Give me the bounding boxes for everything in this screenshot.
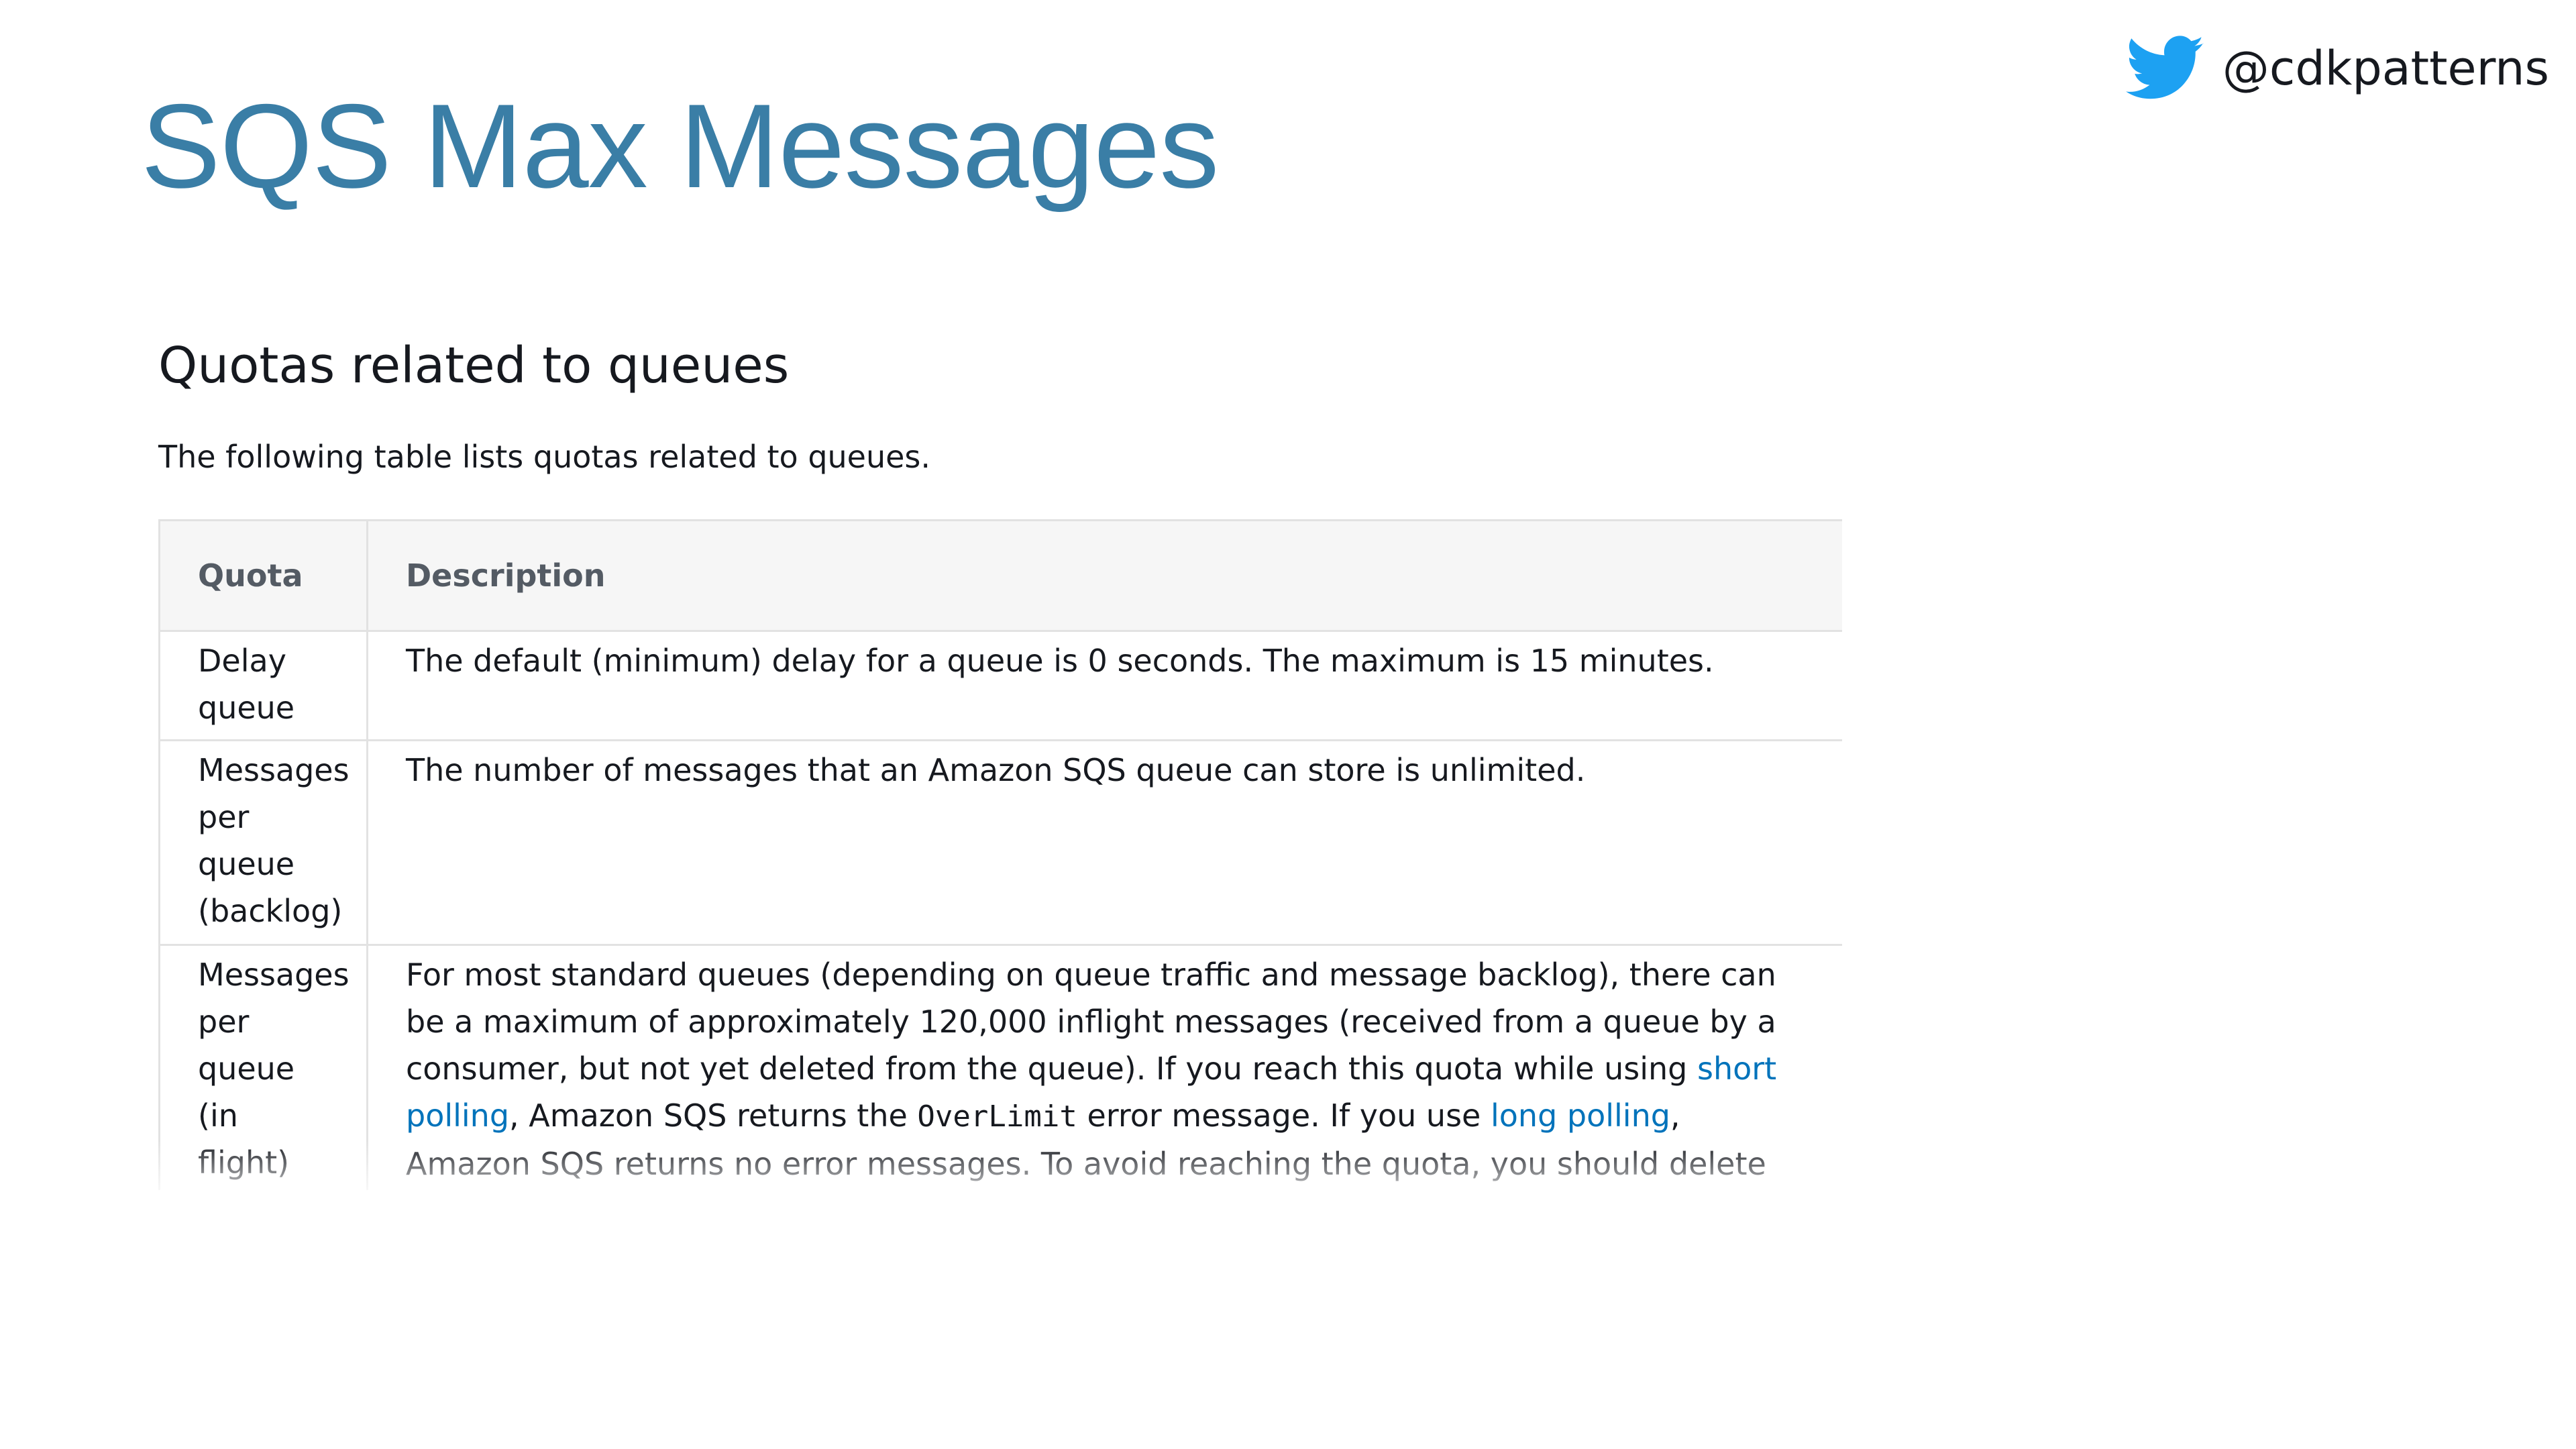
long-polling-link[interactable]: long polling <box>1491 1097 1670 1134</box>
doc-heading: Quotas related to queues <box>158 337 790 394</box>
description-cell: The number of messages that an Amazon SQ… <box>366 739 1842 946</box>
overlimit-code: OverLimit <box>917 1099 1077 1134</box>
table-cutoff-fade <box>121 1140 1865 1190</box>
table-row: Delay queue The default (minimum) delay … <box>158 630 1842 741</box>
twitter-bird-icon <box>2125 36 2204 99</box>
description-text: , Amazon SQS returns the <box>509 1097 918 1134</box>
column-header-description: Description <box>366 519 1842 632</box>
quota-table-container: Quota Description Delay queue The defaul… <box>158 519 1842 1190</box>
table-header-row: Quota Description <box>158 519 1842 632</box>
quota-table: Quota Description Delay queue The defaul… <box>158 519 1842 1190</box>
description-text: error message. If you use <box>1077 1097 1491 1134</box>
table-row: Messages per queue (backlog) The number … <box>158 739 1842 946</box>
column-header-quota: Quota <box>158 519 368 632</box>
description-text: For most standard queues (depending on q… <box>406 957 1776 1087</box>
doc-intro: The following table lists quotas related… <box>158 439 931 475</box>
quota-cell: Delay queue <box>158 630 368 741</box>
quota-cell: Messages per queue (backlog) <box>158 739 368 946</box>
twitter-handle-text[interactable]: @cdkpatterns <box>2222 35 2549 102</box>
twitter-handle[interactable]: @cdkpatterns <box>2125 35 2549 102</box>
doc-section: Quotas related to queues The following t… <box>158 330 1842 480</box>
slide-title: SQS Max Messages <box>141 79 1219 213</box>
description-cell: The default (minimum) delay for a queue … <box>366 630 1842 741</box>
